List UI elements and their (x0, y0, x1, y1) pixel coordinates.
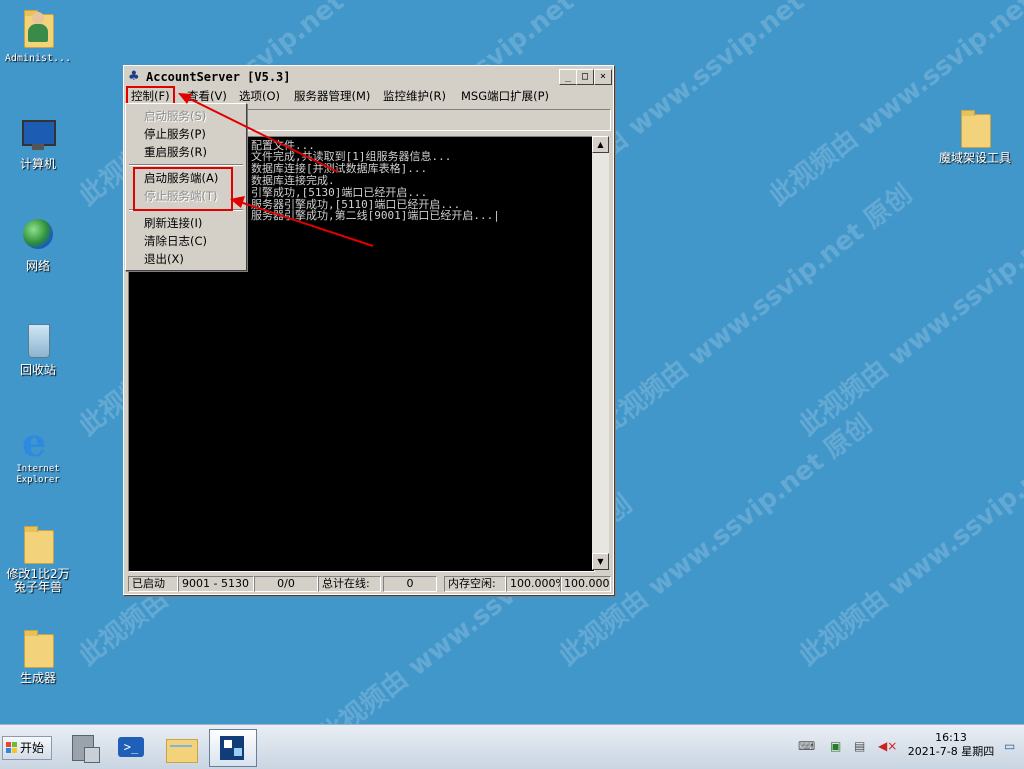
show-desktop-icon[interactable]: ▭ (1004, 739, 1015, 753)
account-server-taskbar-icon[interactable] (209, 729, 257, 767)
volume-muted-icon[interactable]: ◀× (878, 739, 897, 753)
keyboard-icon[interactable]: ⌨ (798, 739, 815, 753)
annotation-arrowhead (230, 196, 245, 208)
annotation-arrow-line (185, 96, 339, 173)
security-icon[interactable]: ▣ (830, 739, 841, 753)
file-explorer-icon[interactable] (162, 729, 202, 765)
network-tray-icon[interactable]: ▤ (854, 739, 865, 753)
clock-time: 16:13 (935, 731, 967, 744)
server-manager-icon[interactable] (64, 729, 104, 765)
taskbar: 开始 >_ ⌨ ▣ ▤ ◀× ▭ (0, 724, 1024, 769)
powershell-icon[interactable]: >_ (112, 729, 152, 765)
taskbar-clock[interactable]: 16:13 2021-7-8 星期四 (906, 731, 996, 759)
annotation-arrow-line (239, 201, 374, 247)
clock-date: 2021-7-8 星期四 (907, 745, 995, 758)
windows-logo-icon (6, 742, 18, 754)
start-button[interactable]: 开始 (2, 736, 52, 760)
annotation-arrows (178, 93, 374, 247)
